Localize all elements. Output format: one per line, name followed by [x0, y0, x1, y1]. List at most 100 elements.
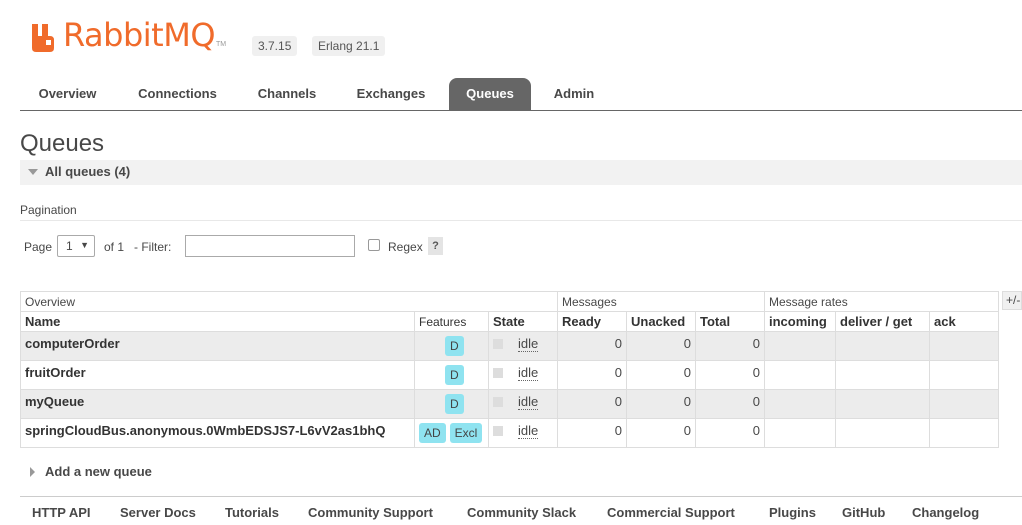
features-cell: D — [414, 389, 489, 419]
state-cell: idle — [488, 418, 558, 448]
section-label: All queues (4) — [45, 164, 131, 179]
total-cell: 0 — [695, 360, 765, 390]
table-row[interactable]: computerOrder D idle 0 0 0 — [20, 331, 999, 361]
deliver-get-rate-cell — [835, 418, 930, 448]
col-header-unacked[interactable]: Unacked — [626, 311, 696, 332]
main-nav-tabs: Overview Connections Channels Exchanges … — [20, 78, 1022, 111]
page-select-value: 1 — [66, 239, 73, 253]
deliver-get-rate-cell — [835, 389, 930, 419]
footer-link-commercial-support[interactable]: Commercial Support — [607, 505, 735, 520]
table-row[interactable]: fruitOrder D idle 0 0 0 — [20, 360, 999, 390]
tab-admin[interactable]: Admin — [540, 78, 608, 110]
footer-link-community-slack[interactable]: Community Slack — [467, 505, 576, 520]
ack-rate-cell — [929, 360, 999, 390]
add-queue-label: Add a new queue — [45, 464, 152, 480]
footer-link-plugins[interactable]: Plugins — [769, 505, 816, 520]
tab-channels[interactable]: Channels — [242, 78, 332, 110]
footer-link-community-support[interactable]: Community Support — [308, 505, 433, 520]
page-count-label: of 1 — [104, 240, 125, 254]
footer-link-server-docs[interactable]: Server Docs — [120, 505, 196, 520]
add-queue-toggle[interactable]: Add a new queue — [30, 463, 152, 479]
expand-triangle-icon — [30, 466, 35, 477]
feature-badge-durable: D — [445, 365, 464, 385]
col-header-name[interactable]: Name — [20, 311, 415, 332]
version-badge: 3.7.15 — [252, 36, 298, 56]
regex-checkbox[interactable] — [368, 239, 380, 251]
ack-rate-cell — [929, 331, 999, 361]
page-select[interactable]: 1 ▼ — [57, 235, 95, 257]
features-cell: D — [414, 360, 489, 390]
unacked-cell: 0 — [626, 389, 696, 419]
col-header-total[interactable]: Total — [695, 311, 765, 332]
erlang-version-badge: Erlang 21.1 — [312, 36, 386, 56]
incoming-rate-cell — [764, 360, 836, 390]
filter-input[interactable] — [185, 235, 355, 257]
rabbit-logo-icon — [32, 24, 54, 52]
col-header-state[interactable]: State — [488, 311, 558, 332]
state-indicator-icon — [493, 396, 503, 407]
unacked-cell: 0 — [626, 360, 696, 390]
footer-link-tutorials[interactable]: Tutorials — [225, 505, 279, 520]
dropdown-arrow-icon: ▼ — [80, 240, 89, 250]
regex-help-icon[interactable]: ? — [428, 237, 443, 255]
queue-name-link[interactable]: springCloudBus.anonymous.0WmbEDSJS7-L6vV… — [20, 418, 415, 448]
ready-cell: 0 — [557, 360, 627, 390]
col-header-ready[interactable]: Ready — [557, 311, 627, 332]
logo-trademark: TM — [216, 41, 227, 48]
table-row[interactable]: springCloudBus.anonymous.0WmbEDSJS7-L6vV… — [20, 418, 999, 448]
pagination-heading: Pagination — [20, 203, 77, 217]
page-title: Queues — [20, 130, 105, 157]
group-header-overview: Overview — [20, 291, 558, 312]
state-cell: idle — [488, 389, 558, 419]
ready-cell: 0 — [557, 331, 627, 361]
rabbitmq-logo[interactable]: RabbitMQ TM — [30, 18, 226, 52]
total-cell: 0 — [695, 331, 765, 361]
queue-name-link[interactable]: computerOrder — [20, 331, 415, 361]
unacked-cell: 0 — [626, 418, 696, 448]
tab-connections[interactable]: Connections — [125, 78, 230, 110]
col-header-ack[interactable]: ack — [929, 311, 999, 332]
page-label: Page — [24, 240, 53, 254]
collapse-triangle-icon — [28, 169, 38, 175]
logo-wordmark: RabbitMQ — [63, 16, 216, 54]
incoming-rate-cell — [764, 418, 836, 448]
feature-badge-auto-delete: AD — [419, 423, 446, 443]
column-toggle-button[interactable]: +/- — [1002, 291, 1022, 310]
col-header-incoming[interactable]: incoming — [764, 311, 836, 332]
state-indicator-icon — [493, 425, 503, 436]
group-header-message-rates: Message rates — [764, 291, 999, 312]
tab-queues[interactable]: Queues — [449, 78, 531, 110]
queues-table: Overview Messages Message rates Name Fea… — [20, 291, 999, 448]
tab-overview[interactable]: Overview — [20, 78, 115, 110]
footer-divider — [20, 496, 1022, 497]
total-cell: 0 — [695, 418, 765, 448]
deliver-get-rate-cell — [835, 360, 930, 390]
state-text: idle — [518, 423, 539, 439]
state-text: idle — [518, 394, 539, 410]
state-indicator-icon — [493, 338, 503, 349]
state-indicator-icon — [493, 367, 503, 378]
state-text: idle — [518, 365, 539, 381]
queue-name-link[interactable]: fruitOrder — [20, 360, 415, 390]
all-queues-section-toggle[interactable]: All queues (4) — [20, 160, 1022, 185]
ready-cell: 0 — [557, 418, 627, 448]
state-text: idle — [518, 336, 539, 352]
state-cell: idle — [488, 331, 558, 361]
tab-exchanges[interactable]: Exchanges — [342, 78, 440, 110]
incoming-rate-cell — [764, 389, 836, 419]
footer-link-changelog[interactable]: Changelog — [912, 505, 979, 520]
table-row[interactable]: myQueue D idle 0 0 0 — [20, 389, 999, 419]
group-header-messages: Messages — [557, 291, 765, 312]
filter-label: - Filter: — [134, 240, 172, 254]
regex-label: Regex — [388, 240, 423, 254]
footer-link-http-api[interactable]: HTTP API — [32, 505, 91, 520]
footer-link-github[interactable]: GitHub — [842, 505, 885, 520]
col-header-features: Features — [414, 311, 489, 332]
feature-badge-exclusive: Excl — [449, 423, 483, 443]
queue-name-link[interactable]: myQueue — [20, 389, 415, 419]
ack-rate-cell — [929, 389, 999, 419]
incoming-rate-cell — [764, 331, 836, 361]
col-header-deliver-get[interactable]: deliver / get — [835, 311, 930, 332]
deliver-get-rate-cell — [835, 331, 930, 361]
unacked-cell: 0 — [626, 331, 696, 361]
